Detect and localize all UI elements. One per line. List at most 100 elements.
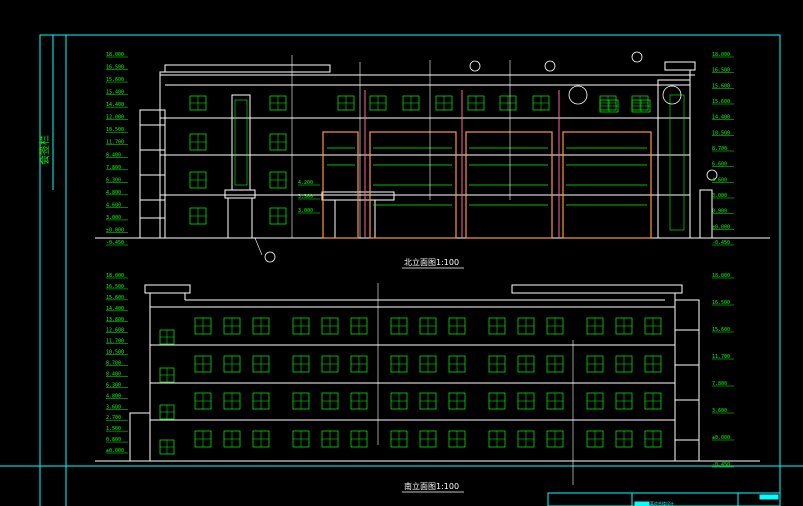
window — [448, 355, 466, 373]
north-levels-center: 4.200 3.300 3.000 — [298, 180, 320, 214]
window — [223, 430, 241, 448]
window — [223, 317, 241, 335]
svg-text:8.400: 8.400 — [106, 152, 121, 158]
window — [159, 367, 175, 383]
svg-text:1.500: 1.500 — [106, 426, 121, 432]
elevation-mark: 18.000 — [106, 273, 128, 279]
svg-text:0.800: 0.800 — [106, 437, 121, 443]
window — [337, 95, 355, 111]
south-levels-right: 18.000 16.500 15.600 11.700 7.800 3.600 ±0.000… — [712, 273, 734, 468]
svg-text:7.800: 7.800 — [106, 165, 121, 171]
elevation-mark: 15.600 — [106, 295, 128, 301]
window — [402, 95, 420, 111]
window — [517, 430, 535, 448]
window — [390, 430, 408, 448]
window — [419, 317, 437, 335]
svg-text:±0.000: ±0.000 — [106, 227, 124, 233]
svg-text:18.000: 18.000 — [712, 273, 730, 279]
window — [390, 355, 408, 373]
window — [252, 355, 270, 373]
svg-text:15.600: 15.600 — [106, 295, 124, 301]
elevation-mark: 18.000 — [106, 52, 128, 58]
window — [252, 392, 270, 410]
window — [194, 430, 212, 448]
svg-text:10.500: 10.500 — [106, 127, 124, 133]
window — [488, 355, 506, 373]
window — [194, 317, 212, 335]
svg-text:14.400: 14.400 — [106, 102, 124, 108]
window — [419, 355, 437, 373]
window — [615, 392, 633, 410]
svg-text:4.600: 4.600 — [712, 177, 727, 183]
window — [159, 439, 175, 455]
elevation-mark: 15.600 — [106, 77, 128, 83]
elevation-mark: 16.500 — [106, 284, 128, 290]
elevation-mark: 4.600 — [106, 202, 128, 208]
window — [488, 317, 506, 335]
svg-text:15.600: 15.600 — [712, 99, 730, 105]
svg-text:-0.450: -0.450 — [712, 240, 730, 246]
elevation-mark: ±0.000 — [712, 435, 734, 441]
window — [631, 95, 649, 111]
svg-text:11.700: 11.700 — [712, 354, 730, 360]
window — [269, 171, 287, 189]
svg-text:-0.450: -0.450 — [712, 462, 730, 468]
elevation-mark: 3.600 — [106, 404, 128, 410]
svg-text:11.700: 11.700 — [106, 339, 124, 345]
elevation-mark: 3.000 — [298, 208, 320, 214]
elevation-mark: 13.800 — [106, 317, 128, 323]
svg-text:3.000: 3.000 — [298, 208, 313, 214]
elevation-mark: 11.700 — [712, 354, 734, 360]
svg-text:4.600: 4.600 — [106, 202, 121, 208]
svg-text:15.600: 15.600 — [712, 327, 730, 333]
svg-text:0.900: 0.900 — [712, 209, 727, 215]
window — [390, 317, 408, 335]
elevation-mark: 15.400 — [106, 90, 128, 96]
svg-text:6.600: 6.600 — [712, 162, 727, 168]
elevation-mark: -0.450 — [712, 462, 734, 468]
elevation-mark: 3.000 — [106, 215, 128, 221]
svg-text:3.600: 3.600 — [106, 404, 121, 410]
svg-text:4.800: 4.800 — [106, 190, 121, 196]
window — [269, 95, 287, 111]
window — [269, 133, 287, 151]
window — [350, 392, 368, 410]
signature-column-label: 会签栏 — [38, 135, 51, 165]
window — [644, 317, 662, 335]
window — [252, 317, 270, 335]
window — [223, 392, 241, 410]
elevation-mark: 10.500 — [106, 127, 128, 133]
svg-text:3.300: 3.300 — [298, 194, 313, 200]
svg-text:8.700: 8.700 — [106, 361, 121, 367]
svg-text:±0.000: ±0.000 — [106, 448, 124, 454]
window — [586, 355, 604, 373]
svg-text:14.400: 14.400 — [712, 115, 730, 121]
elevation-mark: 16.500 — [712, 68, 734, 74]
svg-text:15.600: 15.600 — [106, 77, 124, 83]
window — [159, 404, 175, 420]
svg-text:10.500: 10.500 — [106, 350, 124, 356]
svg-text:6.300: 6.300 — [106, 177, 121, 183]
window — [419, 430, 437, 448]
svg-text:16.500: 16.500 — [712, 300, 730, 306]
elevation-mark: ±0.000 — [106, 227, 128, 233]
window — [467, 95, 485, 111]
elevation-mark: 4.800 — [106, 393, 128, 399]
south-levels-left: 18.000 16.500 15.600 14.400 13.800 12.600 11.7… — [106, 273, 128, 454]
svg-text:±0.000: ±0.000 — [712, 435, 730, 441]
window — [189, 133, 207, 151]
window — [448, 317, 466, 335]
elevation-mark: 12.600 — [106, 328, 128, 334]
elevation-mark: 11.700 — [106, 140, 128, 146]
window — [350, 317, 368, 335]
svg-text:15.400: 15.400 — [106, 90, 124, 96]
window — [615, 430, 633, 448]
window — [546, 392, 564, 410]
svg-text:8.400: 8.400 — [106, 371, 121, 377]
south-elevation-title: 南立面图1:100 — [404, 481, 459, 491]
south-elevation: 18.000 16.500 15.600 14.400 13.800 12.600 11.7… — [95, 273, 760, 493]
svg-text:8.700: 8.700 — [712, 146, 727, 152]
window — [448, 392, 466, 410]
elevation-mark: 6.300 — [106, 177, 128, 183]
elevation-mark: 8.400 — [106, 371, 128, 377]
